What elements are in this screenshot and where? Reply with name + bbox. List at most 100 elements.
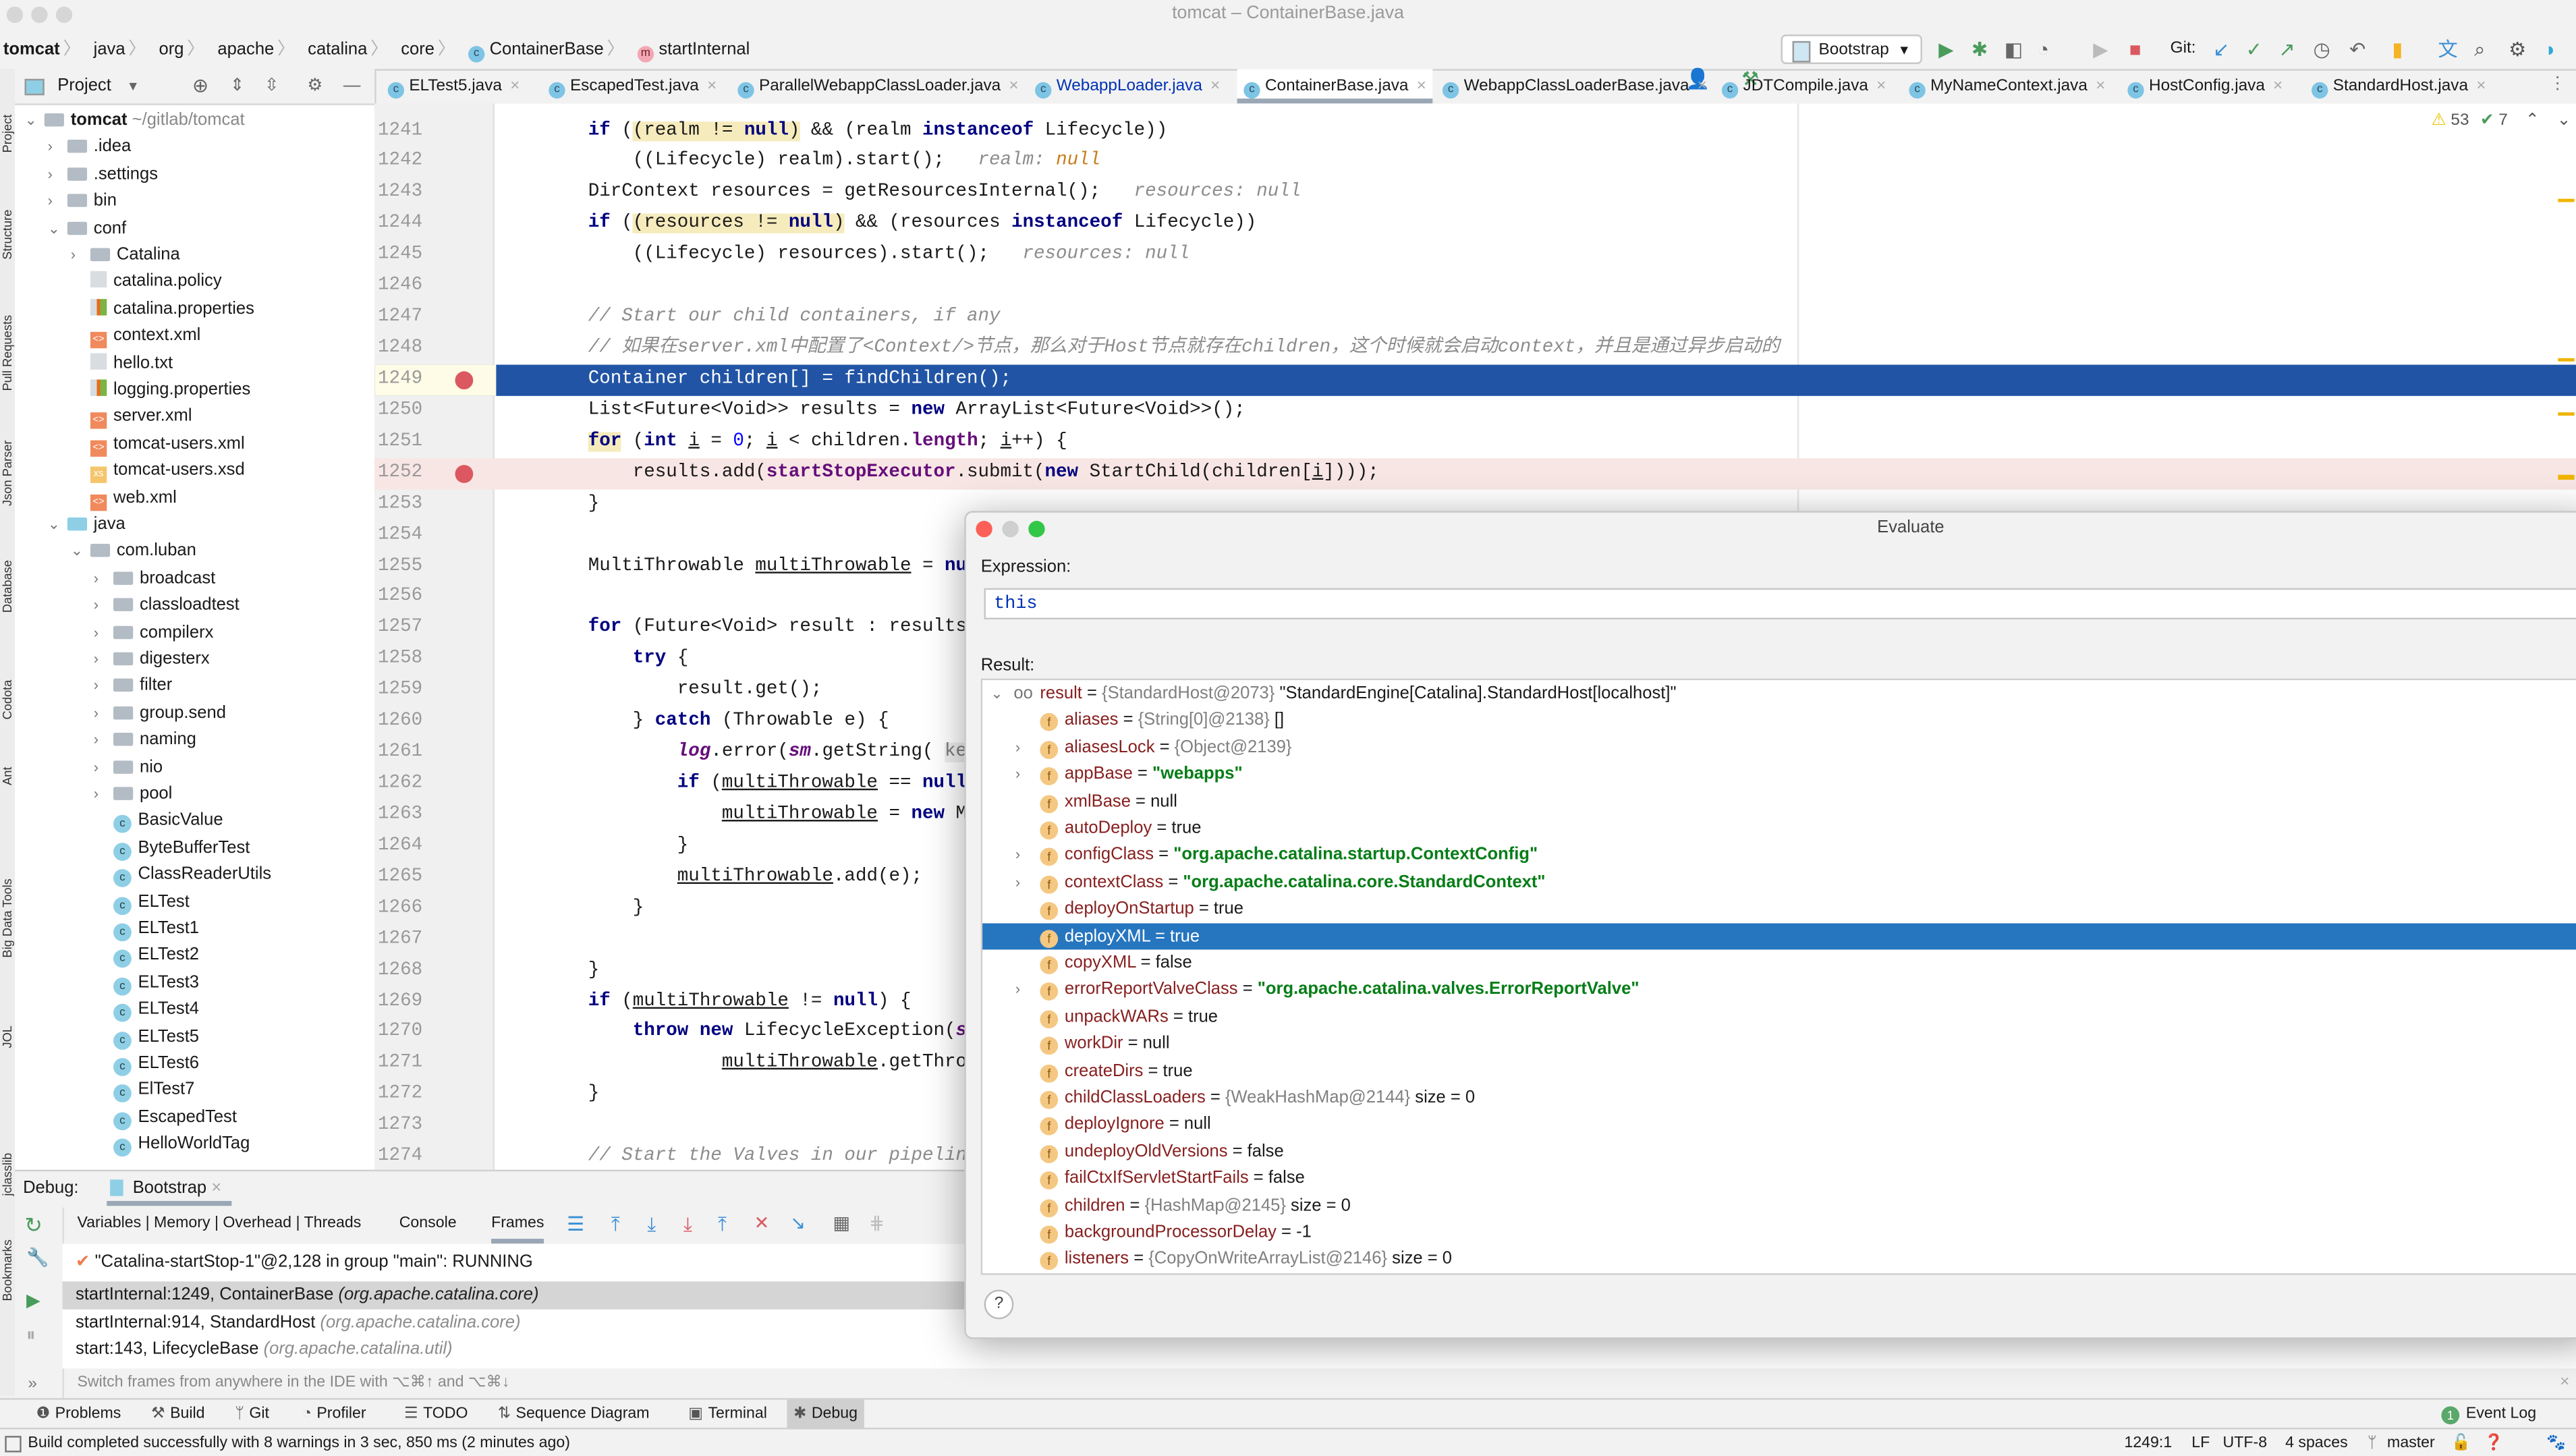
step-out-icon[interactable]: ⤒ [718,1208,727,1241]
tool-window-jclasslib[interactable]: jclasslib [0,1055,15,1196]
tool-window-codota[interactable]: Codota [0,619,15,720]
plugin-icon[interactable]: ◗ [2545,30,2557,69]
tree-item[interactable]: › bin [48,188,117,214]
profile-icon[interactable]: ◔ [2037,30,2049,69]
resume-program-icon[interactable]: ▶ [26,1289,40,1311]
chevron-right-icon[interactable]: › [1015,734,1020,761]
gear-icon[interactable]: ⚙ [2509,30,2526,69]
tree-item[interactable]: xs tomcat-users.xsd [71,457,245,484]
breadcrumb-item[interactable]: java 〉 [94,30,159,69]
chevron-right-icon[interactable]: › [94,673,113,699]
result-field[interactable]: › f errorReportValveClass = "org.apache.ca… [982,976,2576,1003]
tree-item[interactable]: c BasicValue [94,808,223,834]
drop-frame-icon[interactable]: ✕ [754,1208,769,1241]
tool-window-jol[interactable]: JOL [0,964,15,1048]
search-icon[interactable]: ⌕ [2474,30,2485,69]
git-branch[interactable]: master [2387,1429,2435,1455]
tree-item[interactable]: c EscapedTest [94,1104,237,1130]
tool-window-big-data-tools[interactable]: Big Data Tools [0,792,15,957]
stack-frame[interactable]: start:143, LifecycleBase (org.apache.cat… [63,1336,2576,1364]
more-tabs-icon[interactable]: ⋮ [2549,74,2567,94]
result-field[interactable]: f backgroundProcessorDelay = -1 [982,1219,2576,1246]
tree-item[interactable]: c ClassReaderUtils [94,861,271,888]
code-line[interactable]: 1251 for (int i = 0; i < children.length;… [374,427,2576,458]
result-field[interactable]: f autoDeploy = true [982,815,2576,842]
locate-icon[interactable]: ⊕ [192,69,209,103]
hide-icon[interactable]: — [343,69,361,103]
minimize-window-button[interactable] [31,6,48,24]
close-icon[interactable]: × [1210,77,1220,95]
code-line[interactable]: 1252 results.add(startStopExecutor.submi… [374,457,2576,489]
indent-setting[interactable]: 4 spaces [2285,1429,2348,1455]
chevron-right-icon[interactable]: › [71,242,90,268]
close-icon[interactable]: × [2273,77,2283,95]
code-line[interactable]: 1243 DirContext resources = getResourcesI… [374,178,2576,209]
trace-icon[interactable]: ⋕ [869,1208,884,1241]
scroll-marker[interactable] [2558,474,2575,480]
wrench-icon[interactable]: 🔧 [26,1247,49,1268]
tree-item[interactable]: catalina.policy [71,269,222,295]
tool-tab-git[interactable]: ᛘ Git [228,1400,275,1430]
chevron-down-icon[interactable]: ⌄ [71,538,90,564]
tree-item[interactable]: logging.properties [71,376,251,403]
tree-item[interactable]: c ELTest [94,888,190,915]
rollback-icon[interactable]: ↶ [2349,30,2366,69]
show-execution-point-icon[interactable]: ⤒ [611,1208,620,1241]
tab-parallelwebappclassloader-java[interactable]: c ParallelWebappClassLoader.java × [731,69,1026,103]
git-push-icon[interactable]: ↗ [2278,30,2295,69]
tab-jdtcompile-java[interactable]: c JDTCompile.java × [1715,69,1893,103]
line-separator[interactable]: LF [2191,1429,2210,1455]
expression-input[interactable]: this [984,588,2576,619]
result-field[interactable]: f deployOnStartup = true [982,896,2576,923]
layout-icon[interactable]: ☰ [567,1208,584,1241]
chevron-down-icon[interactable]: ⌄ [48,511,67,537]
tree-item[interactable]: ⌄ com.luban [71,538,196,564]
tree-item[interactable]: › filter [94,673,172,699]
chevron-right-icon[interactable]: › [94,754,113,780]
result-field[interactable]: › f contextClass = "org.apache.catalina.co… [982,869,2576,896]
tree-item[interactable]: › nio [94,754,163,780]
tool-window-ant[interactable]: Ant [0,726,15,785]
result-field[interactable]: f children = {HashMap@2145} size = 0 [982,1192,2576,1219]
tab-frames[interactable]: Frames [491,1208,544,1244]
result-field[interactable]: f failCtxIfServletStartFails = false [982,1165,2576,1192]
code-line[interactable]: 1244 if ((resources != null) && (resource… [374,209,2576,240]
tool-tab-sequence-diagram[interactable]: ⇅ Sequence Diagram [491,1400,656,1430]
tree-item[interactable]: <> web.xml [71,484,177,511]
tree-item[interactable]: › compilerx [94,619,214,645]
result-field[interactable]: f deployXML = true [982,922,2576,950]
git-update-icon[interactable]: ↙ [2213,30,2230,69]
tool-tab-todo[interactable]: ☰ TODO [397,1400,474,1430]
tree-item[interactable]: c ELTest2 [94,942,199,969]
help-button[interactable]: ? [984,1289,1014,1320]
tree-item[interactable]: hello.txt [71,349,173,376]
debug-session-tab[interactable]: Bootstrap × [106,1177,231,1206]
tab-containerbase-java[interactable]: c ContainerBase.java × [1237,69,1433,104]
tab-hostconfig-java[interactable]: c HostConfig.java × [2121,69,2289,103]
result-field[interactable]: › f configClass = "org.apache.catalina.sta… [982,842,2576,869]
result-field[interactable]: f copyXML = false [982,949,2576,976]
chevron-down-icon[interactable]: ⌄ [990,680,1003,707]
chevron-right-icon[interactable]: › [94,727,113,753]
chevron-right-icon[interactable]: › [94,619,113,645]
code-line[interactable]: 1246 [374,271,2576,302]
tree-item[interactable]: › classloadtest [94,592,240,618]
tab-escapedtest-java[interactable]: c EscapedTest.java × [542,69,723,103]
close-icon[interactable]: × [707,77,717,95]
chevron-right-icon[interactable]: › [94,592,113,618]
result-root[interactable]: ⌄ oo result = {StandardHost@2073} "Stand… [982,680,2576,707]
file-encoding[interactable]: UTF-8 [2223,1429,2268,1455]
breadcrumb-item[interactable]: apache 〉 [217,30,308,69]
result-field[interactable]: f workDir = null [982,1030,2576,1057]
tree-item[interactable]: c ELTest1 [94,915,199,942]
close-icon[interactable]: × [1876,77,1886,95]
run-configuration-select[interactable]: Bootstrap ▼ [1781,34,1922,64]
chevron-right-icon[interactable]: › [1015,842,1020,869]
chevron-right-icon[interactable]: › [48,188,67,214]
scroll-marker[interactable] [2558,198,2575,202]
chevron-right-icon[interactable]: › [94,646,113,672]
code-line[interactable]: 1245 ((Lifecycle) resources).start(); re… [374,240,2576,271]
help-icon[interactable]: ❓ [2484,1429,2504,1455]
close-icon[interactable]: × [1417,77,1426,95]
caret-position[interactable]: 1249:1 [2124,1429,2172,1455]
